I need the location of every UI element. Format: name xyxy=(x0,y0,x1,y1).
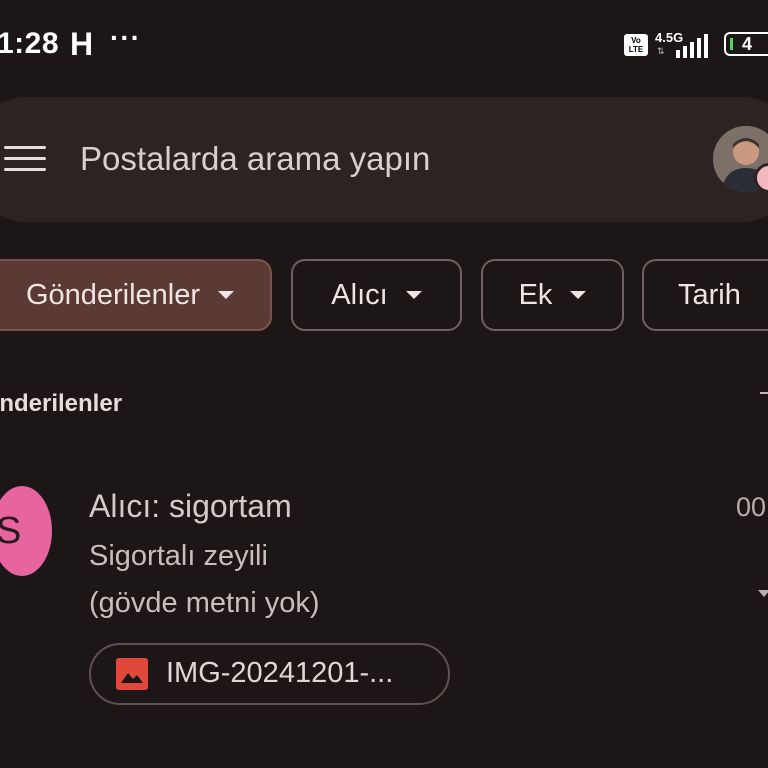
battery-percent: 4 xyxy=(742,34,753,54)
filter-chip-sent[interactable]: Gönderilenler xyxy=(0,259,272,331)
email-time: 00 xyxy=(736,492,767,522)
gmail-screen: 1:28 H ··· Vo LTE 4.5G ⇅ 4 Postalarda ara… xyxy=(0,0,768,768)
filter-chip-date[interactable]: Tarih xyxy=(642,259,768,331)
filter-chip-attachment[interactable]: Ek xyxy=(481,259,624,331)
more-notifications-icon: ··· xyxy=(110,22,141,53)
filter-chip-label: Alıcı xyxy=(331,278,388,311)
chevron-down-icon xyxy=(405,291,422,299)
image-icon xyxy=(116,658,148,690)
battery-icon: 4 xyxy=(724,32,768,56)
sender-avatar-letter: S xyxy=(0,510,22,552)
section-divider xyxy=(760,392,768,394)
filter-chip-label: Ek xyxy=(518,278,553,311)
signal-icon xyxy=(676,34,708,58)
status-time: 1:28 xyxy=(0,27,60,60)
data-arrows-icon: ⇅ xyxy=(657,46,665,56)
volte-icon: Vo LTE xyxy=(624,34,648,56)
section-title: Gönderilenler xyxy=(0,390,123,417)
network-type-icon: H xyxy=(70,26,94,62)
battery-level xyxy=(730,38,733,50)
email-sender[interactable]: Alıcı: sigortam xyxy=(89,488,292,525)
menu-icon[interactable] xyxy=(4,146,46,176)
email-subject[interactable]: Sigortalı zeyili xyxy=(89,540,268,573)
filter-chip-recipient[interactable]: Alıcı xyxy=(291,259,462,331)
chevron-down-icon xyxy=(218,291,235,299)
star-icon[interactable] xyxy=(758,590,768,597)
search-input[interactable]: Postalarda arama yapın xyxy=(80,140,430,178)
filter-chip-label: Gönderilenler xyxy=(25,278,201,311)
email-snippet[interactable]: (gövde metni yok) xyxy=(89,587,320,620)
attachment-name[interactable]: IMG-20241201-... xyxy=(166,657,393,690)
sender-avatar[interactable]: S xyxy=(0,486,52,576)
filter-chip-label: Tarih xyxy=(678,278,741,311)
chevron-down-icon xyxy=(570,291,587,299)
